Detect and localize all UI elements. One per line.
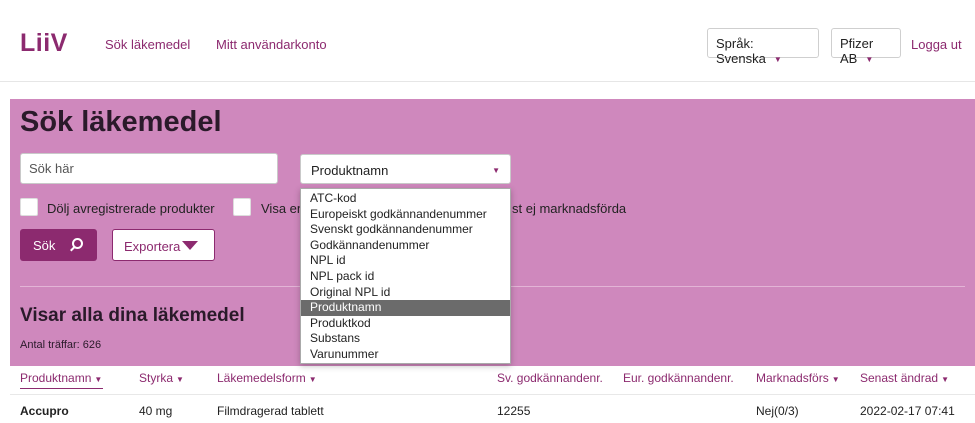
cell-sv-approval: 12255 [497,404,531,418]
dropdown-option-sv-approval-number[interactable]: Svenskt godkännandenummer [301,222,510,238]
show-label: Visa en [261,201,305,216]
show-checkbox[interactable] [233,198,251,216]
sort-down-icon: ▼ [308,375,317,384]
column-header-product-name[interactable]: Produktnamn ▼ [20,371,102,385]
cell-last-changed: 2022-02-17 07:41 [860,404,955,418]
search-icon [72,238,83,249]
dropdown-option-npl-id[interactable]: NPL id [301,253,510,269]
search-field-dropdown: ATC-kod Europeiskt godkännandenummer Sve… [300,188,511,364]
results-title: Visar alla dina läkemedel [20,305,245,326]
sort-down-icon: ▼ [176,375,184,384]
sort-down-icon: ▼ [831,375,840,384]
column-header-label: Senast ändrad [860,371,939,385]
search-button-label: Sök [33,238,56,253]
table-header-border [10,394,975,395]
caret-down-icon: ▼ [865,55,874,65]
top-bar: LiiV Sök läkemedel Mitt användarkonto Sp… [0,0,975,82]
logo[interactable]: LiiV [20,29,68,58]
search-button[interactable]: Sök [20,229,97,261]
nav-search-medicines[interactable]: Sök läkemedel [105,37,190,52]
export-button[interactable]: Exportera [112,229,215,261]
column-header-label: Sv. godkännandenr. [497,371,603,385]
dropdown-option-original-npl-id[interactable]: Original NPL id [301,285,510,301]
column-header-label: Marknadsförs [756,371,829,385]
caret-down-icon: ▼ [492,166,500,175]
cell-strength: 40 mg [139,404,173,418]
column-header-eur-approval[interactable]: Eur. godkännandenr. [623,371,734,385]
dropdown-option-atc-code[interactable]: ATC-kod [301,191,510,207]
cell-dosage-form: Filmdragerad tablett [217,404,324,418]
hide-deregistered-label: Dölj avregistrerade produkter [47,201,215,216]
column-header-sv-approval[interactable]: Sv. godkännandenr. [497,371,603,385]
dropdown-option-npl-pack-id[interactable]: NPL pack id [301,269,510,285]
dropdown-option-approval-number[interactable]: Godkännandenummer [301,238,510,254]
language-select-label: Språk: Svenska [716,36,766,66]
column-header-label: Produktnamn [20,371,92,385]
nav-my-account[interactable]: Mitt användarkonto [216,37,327,52]
dropdown-option-item-number[interactable]: Varunummer [301,347,510,363]
page-title: Sök läkemedel [20,106,222,138]
column-header-label: Eur. godkännandenr. [623,371,734,385]
column-header-label: Läkemedelsform [217,371,306,385]
column-header-last-changed[interactable]: Senast ändrad ▼ [860,371,949,385]
logout-link[interactable]: Logga ut [911,37,962,52]
hide-deregistered-checkbox[interactable] [20,198,38,216]
search-input[interactable] [20,153,278,184]
search-field-value: Produktnamn [311,163,389,178]
dropdown-option-product-name[interactable]: Produktnamn [301,300,510,316]
sort-down-icon: ▼ [941,375,949,384]
sort-down-icon: ▼ [94,375,103,384]
caret-down-icon: ▼ [773,55,782,65]
not-marketed-label: st ej marknadsförda [512,201,627,216]
column-header-dosage-form[interactable]: Läkemedelsform ▼ [217,371,317,385]
cell-product-name[interactable]: Accupro [20,404,69,418]
company-select[interactable]: Pfizer AB ▼ [831,28,901,66]
column-header-marketed[interactable]: Marknadsförs ▼ [756,371,840,385]
caret-down-icon [182,241,198,250]
results-count: Antal träffar: 626 [20,339,102,351]
cell-marketed: Nej(0/3) [756,404,799,418]
search-field-select[interactable]: Produktnamn ▼ [300,154,511,184]
column-header-strength[interactable]: Styrka ▼ [139,371,184,385]
language-select[interactable]: Språk: Svenska ▼ [707,28,819,66]
column-header-label: Styrka [139,371,174,385]
active-sort-underline [20,388,103,389]
dropdown-option-eu-approval-number[interactable]: Europeiskt godkännandenummer [301,207,510,223]
dropdown-option-substance[interactable]: Substans [301,331,510,347]
dropdown-option-product-code[interactable]: Produktkod [301,316,510,332]
export-button-label: Exportera [124,239,181,254]
